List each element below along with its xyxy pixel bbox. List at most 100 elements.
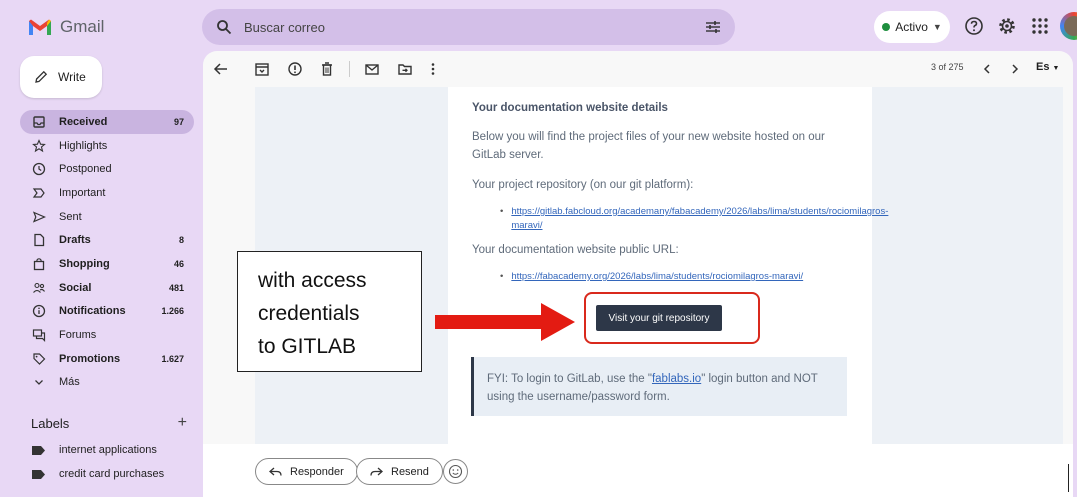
app-name: Gmail (60, 17, 105, 36)
sidebar-item-social[interactable]: Social 481 (20, 276, 194, 300)
site-link-item: • https://fabacademy.org/2026/labs/lima/… (500, 270, 851, 284)
label-item[interactable]: internet applications (32, 444, 157, 456)
label-name: internet applications (59, 444, 157, 456)
gear-icon[interactable] (997, 16, 1017, 36)
chevron-left-icon[interactable] (979, 61, 995, 77)
sidebar-item-important[interactable]: Important (20, 181, 194, 205)
status-dot (882, 23, 891, 31)
email-content-card: Your documentation website details Below… (448, 87, 888, 444)
sidebar-item-forums[interactable]: Forums (20, 323, 194, 347)
shopping-icon (33, 258, 45, 271)
sidebar-item-count: 481 (168, 282, 184, 293)
inbox-icon (33, 116, 45, 128)
language-label: Es (1036, 61, 1050, 73)
reply-icon (269, 467, 282, 476)
more-options-icon[interactable] (425, 61, 441, 77)
chevron-down-icon: ▼ (932, 22, 942, 32)
tag-icon (33, 353, 46, 365)
forum-icon (32, 329, 46, 342)
visit-repository-button[interactable]: Visit your git repository (596, 305, 722, 331)
chevron-right-icon[interactable] (1007, 61, 1023, 77)
fyi-text-start: FYI: To login to GitLab, use the " (487, 373, 652, 385)
site-link[interactable]: https://fabacademy.org/2026/labs/lima/st… (511, 270, 851, 284)
filter-options-icon[interactable] (705, 20, 721, 34)
emoji-reaction-button[interactable] (443, 459, 468, 484)
smiley-icon (448, 464, 463, 479)
reply-button[interactable]: Responder (255, 458, 358, 485)
sidebar-item-notifications[interactable]: Notifications 1.266 (20, 300, 194, 324)
message-toolbar: 3 of 275 Es ▼ (203, 51, 1073, 87)
sidebar-item-shopping[interactable]: Shopping 46 (20, 252, 194, 276)
email-intro: Below you will find the project files of… (472, 131, 825, 161)
labels-title: Labels (31, 415, 70, 431)
archive-icon[interactable] (254, 61, 270, 77)
sidebar-item-drafts[interactable]: Drafts 8 (20, 228, 194, 252)
status-label: Activo (895, 20, 928, 34)
fablabs-link[interactable]: fablabs.io (652, 373, 701, 385)
sidebar-item-count: 46 (173, 258, 184, 269)
sidebar-item-label: Shopping (59, 257, 110, 270)
sidebar-item-label: Drafts (59, 234, 91, 247)
language-selector[interactable]: Es ▼ (1036, 61, 1059, 73)
repo-link[interactable]: https://gitlab.fabcloud.org/academany/fa… (511, 205, 888, 233)
sidebar-item-count: 1.266 (161, 306, 184, 317)
bullet: • (500, 206, 504, 217)
compose-button[interactable]: Write (20, 56, 102, 98)
pencil-icon (35, 70, 48, 83)
sidebar-item-promotions[interactable]: Promotions 1.627 (20, 347, 194, 371)
forward-button[interactable]: Resend (356, 458, 443, 485)
forward-icon (370, 467, 383, 476)
fyi-note: FYI: To login to GitLab, use the "fablab… (471, 357, 847, 416)
sidebar-item-highlights[interactable]: Highlights (20, 134, 194, 158)
gmail-logo[interactable]: Gmail (28, 14, 104, 40)
sidebar-item-sent[interactable]: Sent (20, 205, 194, 229)
status-selector[interactable]: Activo ▼ (874, 11, 950, 43)
label-item[interactable]: credit card purchases (32, 468, 164, 480)
label-name: credit card purchases (59, 468, 165, 480)
forward-label: Resend (391, 465, 429, 478)
search-input[interactable]: Buscar correo (244, 20, 705, 35)
add-label-icon[interactable]: + (178, 414, 187, 432)
reply-label: Responder (290, 465, 344, 478)
repo-label: Your project repository (on our git plat… (472, 179, 694, 191)
labels-header: Labels + (31, 414, 187, 432)
help-icon[interactable] (964, 16, 984, 36)
important-icon (32, 188, 45, 198)
people-icon (33, 282, 45, 293)
sidebar-item-label: Postponed (59, 163, 112, 176)
draft-icon (34, 234, 45, 247)
gmail-m-icon (29, 19, 51, 35)
sidebar-item-postponed[interactable]: Postponed (20, 157, 194, 181)
compose-label: Write (58, 70, 86, 84)
sidebar-item-m-s[interactable]: Más (20, 371, 194, 395)
label-tag-icon (32, 445, 45, 455)
sidebar-item-received[interactable]: Received 97 (20, 110, 194, 134)
repo-link-item: • https://gitlab.fabcloud.org/academany/… (500, 205, 888, 233)
report-spam-icon[interactable] (287, 61, 303, 77)
sidebar-item-label: Promotions (59, 352, 121, 365)
search-bar[interactable]: Buscar correo (202, 9, 735, 45)
avatar[interactable] (1060, 12, 1077, 40)
scrollbar[interactable] (1068, 464, 1069, 492)
back-arrow-icon[interactable] (213, 61, 229, 77)
trash-icon[interactable] (319, 61, 335, 77)
sidebar-nav: Received 97 Highlights Postponed Important Se… (20, 110, 194, 394)
sidebar-item-label: Más (59, 376, 80, 389)
label-tag-icon (32, 469, 45, 479)
info-icon (32, 305, 46, 318)
sidebar-item-label: Forums (59, 329, 97, 342)
site-label: Your documentation website public URL: (472, 244, 679, 256)
sidebar-item-count: 97 (173, 116, 184, 127)
sidebar-item-label: Notifications (59, 305, 126, 318)
sidebar-item-label: Highlights (59, 139, 108, 152)
reply-bar: Responder Resend (203, 444, 1073, 497)
annotation-callout: with access credentials to GITLAB (237, 251, 422, 372)
sidebar-item-label: Sent (59, 210, 82, 223)
search-icon[interactable] (216, 19, 232, 35)
apps-grid-icon[interactable] (1030, 16, 1050, 36)
mark-unread-icon[interactable] (364, 61, 380, 77)
move-to-folder-icon[interactable] (397, 61, 413, 77)
clock-icon (32, 163, 46, 176)
bullet: • (500, 271, 504, 282)
toolbar-divider (349, 61, 350, 77)
